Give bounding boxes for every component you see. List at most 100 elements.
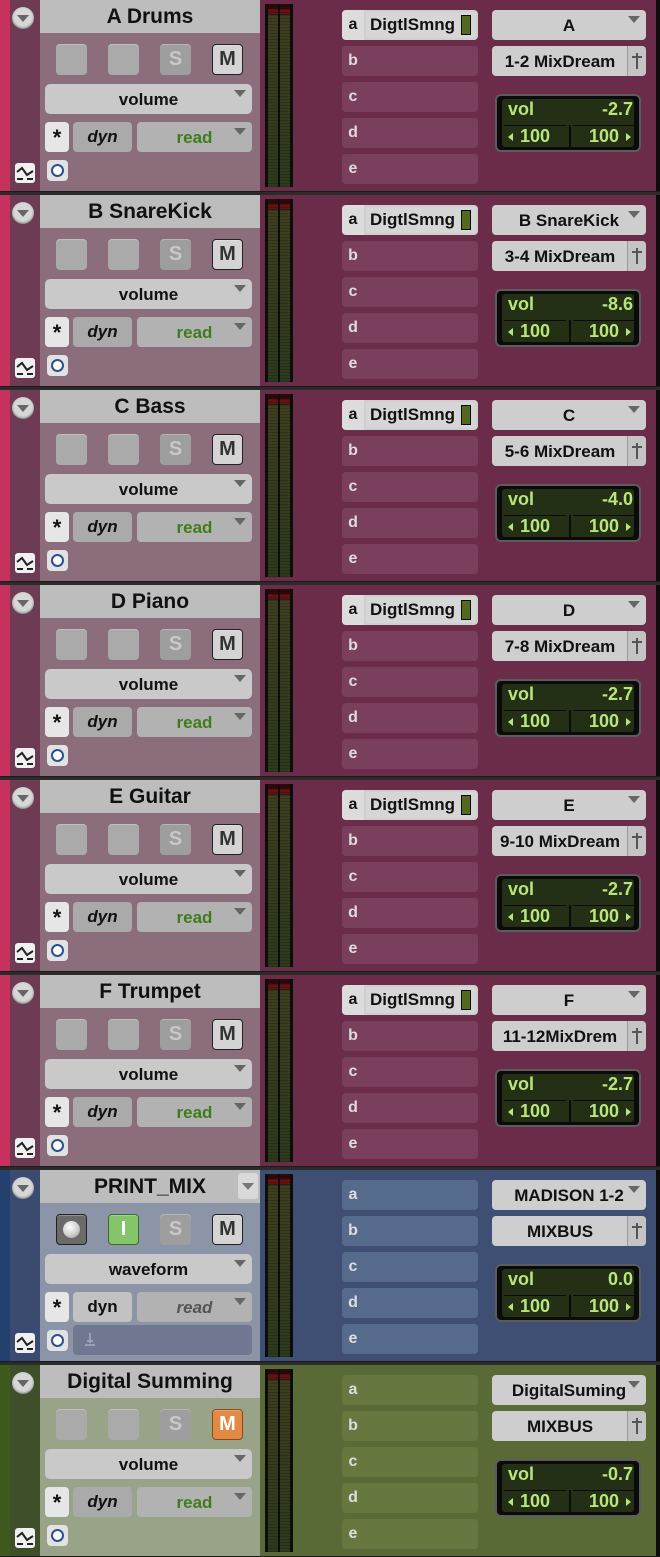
bus-selector[interactable]: 11-12MixDrem xyxy=(492,1021,646,1051)
insert-slot-e[interactable]: e xyxy=(342,1129,478,1159)
pin-icon[interactable] xyxy=(627,241,646,271)
track-name[interactable]: F Trumpet xyxy=(40,975,260,1008)
automation-lanes-icon[interactable] xyxy=(15,358,35,378)
bus-selector[interactable]: 3-4 MixDream xyxy=(492,241,646,271)
insert-slot-d[interactable]: d xyxy=(342,313,478,343)
track-options-button[interactable] xyxy=(12,1372,34,1394)
insert-slot-a[interactable]: a xyxy=(342,1180,478,1210)
pin-icon[interactable] xyxy=(627,826,646,856)
automation-lanes-icon[interactable] xyxy=(15,1333,35,1353)
insert-slot-e[interactable]: e xyxy=(342,349,478,379)
insert-slot-b[interactable]: b xyxy=(342,1021,478,1051)
insert-slot-c[interactable]: c xyxy=(342,1447,478,1477)
automation-lanes-icon[interactable] xyxy=(15,1138,35,1158)
track-options-button[interactable] xyxy=(12,397,34,419)
track-name[interactable]: B SnareKick xyxy=(40,195,260,228)
track-view-selector[interactable]: volume xyxy=(45,1449,252,1479)
insert-slot-e[interactable]: e xyxy=(342,544,478,574)
timebase-clock-icon[interactable] xyxy=(47,355,68,376)
mute-button[interactable]: M xyxy=(212,44,243,75)
insert-slot-c[interactable]: c xyxy=(342,82,478,112)
pan-right-value[interactable]: 100 xyxy=(573,515,635,538)
pan-left-value[interactable]: 100 xyxy=(504,1295,566,1318)
automation-enable-button[interactable]: * xyxy=(45,512,69,542)
track-name[interactable]: A Drums xyxy=(40,0,260,33)
track-view-selector[interactable]: volume xyxy=(45,84,252,114)
automation-lanes-icon[interactable] xyxy=(15,748,35,768)
insert-slot-a[interactable]: a xyxy=(342,1375,478,1405)
insert-slot-d[interactable]: d xyxy=(342,508,478,538)
track-view-selector[interactable]: waveform xyxy=(45,1254,252,1284)
dynamic-button[interactable]: dyn xyxy=(73,902,132,932)
insert-slot-b[interactable]: b xyxy=(342,241,478,271)
automation-enable-button[interactable]: * xyxy=(45,122,69,152)
automation-mode-selector[interactable]: read xyxy=(137,902,252,932)
automation-mode-selector[interactable]: read xyxy=(137,512,252,542)
solo-button[interactable]: S xyxy=(160,629,191,660)
insert-slot-e[interactable]: e xyxy=(342,1519,478,1549)
insert-slot-c[interactable]: c xyxy=(342,1252,478,1282)
solo-button[interactable]: S xyxy=(160,434,191,465)
track-options-button[interactable] xyxy=(12,592,34,614)
track-view-selector[interactable]: volume xyxy=(45,474,252,504)
insert-slot-b[interactable]: b xyxy=(342,826,478,856)
dynamic-button[interactable]: dyn xyxy=(73,1292,132,1322)
automation-enable-button[interactable]: * xyxy=(45,902,69,932)
insert-slot-d[interactable]: d xyxy=(342,1483,478,1513)
track-view-selector[interactable]: volume xyxy=(45,669,252,699)
insert-slot-b[interactable]: b xyxy=(342,1411,478,1441)
pin-icon[interactable] xyxy=(627,1411,646,1441)
output-selector[interactable]: DigitalSuming xyxy=(492,1375,646,1405)
automation-lanes-icon[interactable] xyxy=(15,943,35,963)
timebase-clock-icon[interactable] xyxy=(47,550,68,571)
insert-slot-c[interactable]: c xyxy=(342,862,478,892)
insert-slot-a[interactable]: a DigtlSmng xyxy=(342,205,478,235)
solo-button[interactable]: S xyxy=(160,824,191,855)
timebase-clock-icon[interactable] xyxy=(47,1135,68,1156)
volume-readout[interactable]: vol -2.7 xyxy=(504,1074,635,1096)
insert-slot-b[interactable]: b xyxy=(342,631,478,661)
track-view-selector[interactable]: volume xyxy=(45,279,252,309)
insert-slot-c[interactable]: c xyxy=(342,1057,478,1087)
insert-plugin-name[interactable]: DigtlSmng xyxy=(366,597,476,623)
pin-icon[interactable] xyxy=(627,46,646,76)
automation-lanes-icon[interactable] xyxy=(15,163,35,183)
insert-slot-d[interactable]: d xyxy=(342,118,478,148)
dynamic-button[interactable]: dyn xyxy=(73,317,132,347)
pan-left-value[interactable]: 100 xyxy=(504,905,566,928)
track-options-button[interactable] xyxy=(12,1177,34,1199)
insert-slot-d[interactable]: d xyxy=(342,1288,478,1318)
track-options-button[interactable] xyxy=(12,787,34,809)
pin-icon[interactable] xyxy=(627,631,646,661)
track-name-dropdown-icon[interactable] xyxy=(238,1173,258,1199)
bus-selector[interactable]: MIXBUS xyxy=(492,1411,646,1441)
dynamic-button[interactable]: dyn xyxy=(73,512,132,542)
automation-enable-button[interactable]: * xyxy=(45,1292,69,1322)
insert-slot-e[interactable]: e xyxy=(342,739,478,769)
dynamic-button[interactable]: dyn xyxy=(73,122,132,152)
mute-button[interactable]: M xyxy=(212,239,243,270)
pan-right-value[interactable]: 100 xyxy=(573,710,635,733)
volume-readout[interactable]: vol -4.0 xyxy=(504,489,635,511)
track-view-selector[interactable]: volume xyxy=(45,1059,252,1089)
insert-slot-a[interactable]: a DigtlSmng xyxy=(342,10,478,40)
volume-readout[interactable]: vol -2.7 xyxy=(504,684,635,706)
output-selector[interactable]: E xyxy=(492,790,646,820)
mute-button[interactable]: M xyxy=(212,1019,243,1050)
automation-mode-selector[interactable]: read xyxy=(137,1487,252,1517)
pan-left-value[interactable]: 100 xyxy=(504,1490,566,1513)
output-selector[interactable]: F xyxy=(492,985,646,1015)
volume-readout[interactable]: vol -2.7 xyxy=(504,879,635,901)
output-selector[interactable]: D xyxy=(492,595,646,625)
track-name[interactable]: C Bass xyxy=(40,390,260,423)
insert-slot-c[interactable]: c xyxy=(342,472,478,502)
timebase-clock-icon[interactable] xyxy=(47,160,68,181)
solo-button[interactable]: S xyxy=(160,1214,191,1245)
track-name[interactable]: E Guitar xyxy=(40,780,260,813)
automation-mode-selector[interactable]: read xyxy=(137,1097,252,1127)
mute-button[interactable]: M xyxy=(212,1409,243,1440)
volume-readout[interactable]: vol -0.7 xyxy=(504,1464,635,1486)
pan-left-value[interactable]: 100 xyxy=(504,515,566,538)
mute-button[interactable]: M xyxy=(212,1214,243,1245)
insert-slot-a[interactable]: a DigtlSmng xyxy=(342,985,478,1015)
